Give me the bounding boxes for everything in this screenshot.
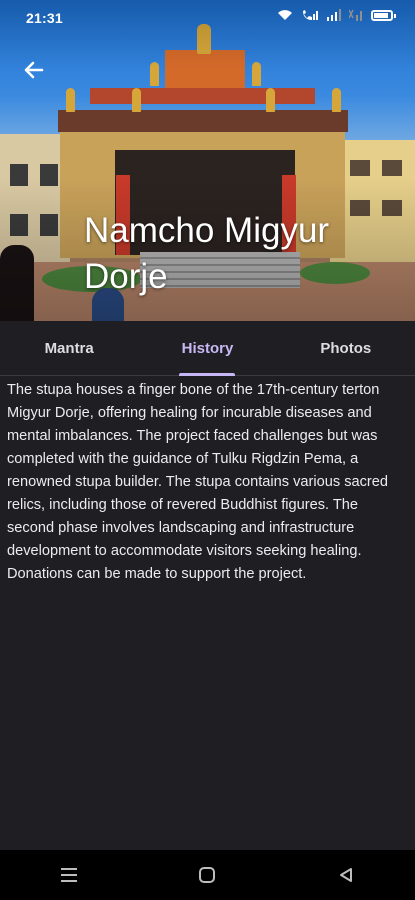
status-icons: [277, 9, 396, 21]
tab-bar: Mantra History Photos: [0, 321, 415, 376]
tab-photos[interactable]: Photos: [277, 321, 415, 375]
volte-icon: [303, 10, 318, 20]
signal-2-icon: [349, 9, 362, 21]
tab-label: History: [181, 339, 234, 357]
arrow-left-icon: [24, 61, 44, 79]
status-time: 21:31: [26, 10, 63, 26]
history-text: The stupa houses a finger bone of the 17…: [7, 382, 389, 582]
tab-mantra[interactable]: Mantra: [0, 321, 138, 375]
battery-icon: [371, 9, 396, 21]
status-bar: 21:31: [0, 0, 415, 36]
tab-history[interactable]: History: [138, 321, 276, 376]
recent-apps-button[interactable]: [39, 855, 99, 895]
system-navigation-bar: [0, 850, 415, 900]
back-nav-button[interactable]: [316, 855, 376, 895]
back-triangle-icon: [339, 868, 352, 882]
menu-icon: [61, 868, 78, 882]
back-button[interactable]: [18, 54, 50, 86]
tab-label: Photos: [320, 339, 372, 357]
home-icon: [199, 867, 216, 883]
page-title: Namcho Migyur Dorje: [84, 211, 330, 296]
tab-label: Mantra: [44, 339, 94, 357]
signal-icon: [327, 9, 341, 21]
home-button[interactable]: [177, 855, 237, 895]
wifi-icon: [278, 10, 292, 20]
